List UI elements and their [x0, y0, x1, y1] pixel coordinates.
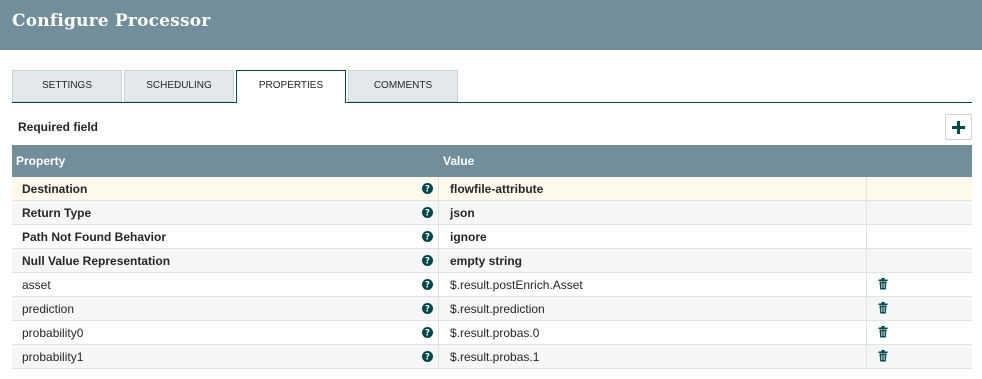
tab-properties[interactable]: PROPERTIES	[236, 70, 346, 103]
property-value: $.result.probas.0	[450, 326, 540, 340]
table-row[interactable]: probability0? $.result.probas.0	[12, 321, 972, 345]
property-cell: probability0?	[12, 321, 439, 344]
dialog-header: Configure Processor	[0, 0, 982, 50]
tab-bar: SETTINGS SCHEDULING PROPERTIES COMMENTS	[12, 70, 972, 103]
help-icon[interactable]: ?	[422, 255, 433, 266]
property-name: asset	[22, 278, 51, 292]
property-name: Null Value Representation	[22, 254, 171, 268]
value-cell[interactable]: flowfile-attribute	[440, 177, 867, 200]
property-name: Path Not Found Behavior	[22, 230, 166, 244]
add-property-button[interactable]	[945, 114, 972, 140]
table-header: Property Value	[12, 145, 972, 177]
plus-icon	[952, 121, 965, 134]
help-icon[interactable]: ?	[422, 207, 433, 218]
help-icon[interactable]: ?	[422, 231, 433, 242]
property-cell: Path Not Found Behavior?	[12, 225, 439, 248]
value-cell[interactable]: ignore	[440, 225, 867, 248]
tab-scheduling[interactable]: SCHEDULING	[124, 70, 234, 102]
tab-settings[interactable]: SETTINGS	[12, 70, 122, 102]
property-value: $.result.prediction	[450, 302, 545, 316]
value-cell[interactable]: json	[440, 201, 867, 224]
table-row[interactable]: Return Type? json	[12, 201, 972, 225]
svg-text:?: ?	[425, 185, 430, 194]
tab-divider	[12, 102, 972, 103]
help-icon[interactable]: ?	[422, 327, 433, 338]
table-body: Destination? flowfile-attribute Return Typ…	[12, 177, 972, 369]
property-cell: prediction?	[12, 297, 439, 320]
value-cell[interactable]: $.result.probas.1	[440, 345, 867, 368]
tab-comments[interactable]: COMMENTS	[348, 70, 458, 102]
table-row[interactable]: Null Value Representation? empty string	[12, 249, 972, 273]
actions-cell	[868, 273, 972, 296]
actions-cell	[868, 297, 972, 320]
property-value: flowfile-attribute	[450, 182, 544, 196]
actions-cell	[868, 321, 972, 344]
column-header-value[interactable]: Value	[443, 154, 474, 168]
value-cell[interactable]: $.result.prediction	[440, 297, 867, 320]
property-name: prediction	[22, 302, 75, 316]
actions-cell	[868, 225, 972, 248]
value-cell[interactable]: $.result.probas.0	[440, 321, 867, 344]
property-cell: Destination?	[12, 177, 439, 200]
table-row[interactable]: Destination? flowfile-attribute	[12, 177, 972, 201]
value-cell[interactable]: empty string	[440, 249, 867, 272]
help-icon[interactable]: ?	[422, 303, 433, 314]
actions-cell	[868, 177, 972, 200]
property-name: probability1	[22, 350, 84, 364]
svg-text:?: ?	[425, 281, 430, 290]
required-field-label: Required field	[18, 120, 99, 134]
property-value: ignore	[450, 230, 487, 244]
property-name: probability0	[22, 326, 84, 340]
property-cell: asset?	[12, 273, 439, 296]
property-value: $.result.probas.1	[450, 350, 540, 364]
svg-text:?: ?	[425, 257, 430, 266]
svg-text:?: ?	[425, 329, 430, 338]
table-row[interactable]: prediction? $.result.prediction	[12, 297, 972, 321]
table-row[interactable]: asset? $.result.postEnrich.Asset	[12, 273, 972, 297]
column-header-property[interactable]: Property	[16, 154, 65, 168]
svg-text:?: ?	[425, 209, 430, 218]
property-cell: probability1?	[12, 345, 439, 368]
help-icon[interactable]: ?	[422, 279, 433, 290]
svg-text:?: ?	[425, 233, 430, 242]
table-row[interactable]: probability1? $.result.probas.1	[12, 345, 972, 369]
actions-cell	[868, 345, 972, 368]
trash-icon[interactable]	[877, 278, 889, 290]
actions-cell	[868, 201, 972, 224]
trash-icon[interactable]	[877, 302, 889, 314]
help-icon[interactable]: ?	[422, 351, 433, 362]
dialog-title: Configure Processor	[12, 11, 211, 31]
property-value: empty string	[450, 254, 523, 268]
svg-text:?: ?	[425, 353, 430, 362]
trash-icon[interactable]	[877, 350, 889, 362]
trash-icon[interactable]	[877, 326, 889, 338]
property-name: Return Type	[22, 206, 92, 220]
property-value: $.result.postEnrich.Asset	[450, 278, 583, 292]
actions-cell	[868, 249, 972, 272]
help-icon[interactable]: ?	[422, 183, 433, 194]
properties-table: Property Value Destination? flowfile-attr…	[12, 145, 972, 369]
value-cell[interactable]: $.result.postEnrich.Asset	[440, 273, 867, 296]
property-cell: Null Value Representation?	[12, 249, 439, 272]
property-name: Destination	[22, 182, 88, 196]
table-row[interactable]: Path Not Found Behavior? ignore	[12, 225, 972, 249]
property-cell: Return Type?	[12, 201, 439, 224]
property-value: json	[450, 206, 475, 220]
svg-text:?: ?	[425, 305, 430, 314]
